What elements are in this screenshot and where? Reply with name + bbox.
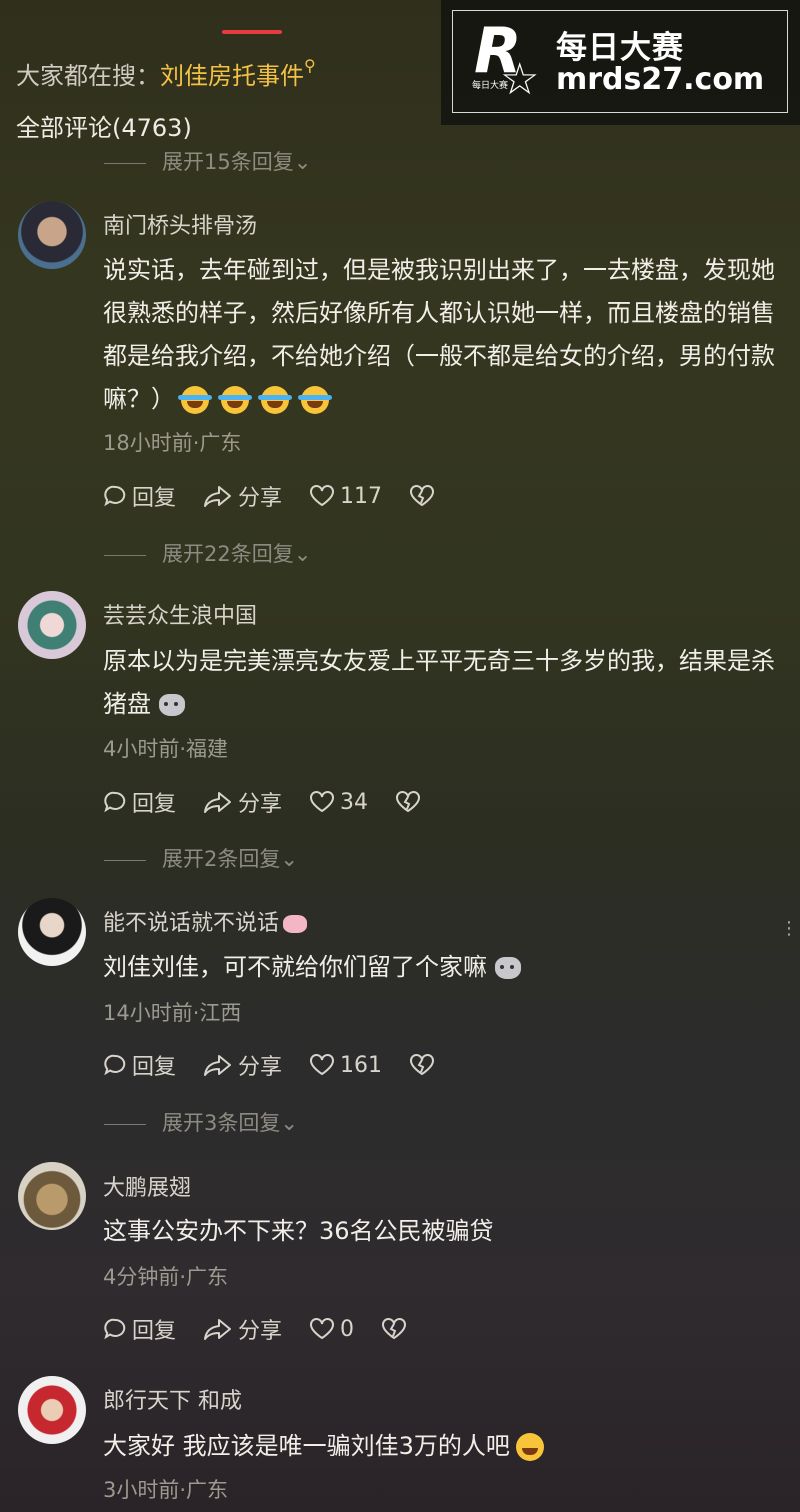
- broken-heart-icon: [382, 1318, 407, 1340]
- broken-heart-icon: [410, 1054, 435, 1076]
- share-button[interactable]: 分享: [203, 480, 282, 512]
- chevron-down-icon: ⌄: [293, 542, 312, 566]
- heart-icon: [310, 1318, 335, 1340]
- dislike-button[interactable]: [409, 484, 440, 508]
- expand-replies-button[interactable]: 展开15条回复⌄: [104, 146, 311, 176]
- dislike-button[interactable]: [409, 1053, 440, 1077]
- chevron-down-icon: ⌄: [280, 847, 298, 871]
- laugh-cry-emoji-icon: [218, 386, 252, 414]
- reply-button[interactable]: 回复: [103, 786, 176, 818]
- comment-meta: 14小时前·江西: [103, 1001, 242, 1025]
- comment-meta: 4分钟前·广东: [103, 1265, 229, 1289]
- comment-meta: 4小时前·福建: [103, 737, 229, 761]
- avatar[interactable]: [18, 591, 86, 659]
- chevron-down-icon: ⌄: [280, 1111, 298, 1135]
- divider: [104, 859, 146, 861]
- comment-text: 这事公安办不下来？36名公民被骗贷: [103, 1217, 494, 1245]
- reply-button[interactable]: 回复: [103, 1313, 176, 1345]
- share-icon: [204, 792, 232, 813]
- expand-replies-button[interactable]: 展开22条回复⌄: [104, 538, 311, 568]
- share-button[interactable]: 分享: [203, 786, 282, 818]
- avatar[interactable]: [18, 1162, 86, 1230]
- heart-icon: [310, 485, 335, 507]
- divider: [104, 162, 146, 164]
- comment-text: 大家好 我应该是唯一骗刘佳3万的人吧: [103, 1425, 793, 1468]
- like-button[interactable]: 161: [309, 1053, 382, 1078]
- reply-icon: [104, 791, 126, 813]
- watermark-title: 每日大赛: [556, 30, 684, 66]
- watermark-url: mrds27.com: [556, 62, 765, 97]
- comment-username[interactable]: 芸芸众生浪中国: [103, 598, 257, 630]
- reply-icon: [104, 1054, 126, 1076]
- top-indicator: [222, 30, 282, 34]
- reply-button[interactable]: 回复: [103, 480, 176, 512]
- comment-text: 原本以为是完美漂亮女友爱上平平无奇三十多岁的我，结果是杀猪盘: [103, 647, 775, 718]
- share-button[interactable]: 分享: [203, 1049, 282, 1081]
- comment-username[interactable]: 郎行天下 和成: [103, 1383, 242, 1415]
- cat-emoji-icon: [159, 694, 185, 716]
- avatar[interactable]: [18, 898, 86, 966]
- like-button[interactable]: 34: [309, 790, 368, 815]
- more-options-icon[interactable]: ⋮: [780, 918, 798, 939]
- broken-heart-icon: [410, 485, 435, 507]
- share-icon: [204, 486, 232, 507]
- trending-search[interactable]: 大家都在搜：刘佳房托事件⚲: [16, 56, 316, 91]
- comment-meta: 3小时前·广东: [103, 1478, 229, 1502]
- divider: [104, 554, 146, 556]
- comment-count: 全部评论(4763): [16, 114, 192, 142]
- share-button[interactable]: 分享: [203, 1313, 282, 1345]
- reply-icon: [104, 1318, 126, 1340]
- laugh-cry-emoji-icon: [178, 386, 212, 414]
- search-icon[interactable]: ⚲: [304, 56, 316, 75]
- like-count: 34: [340, 789, 369, 815]
- comment-actions: 回复 分享 34: [103, 786, 446, 820]
- dislike-button[interactable]: [381, 1317, 412, 1341]
- cow-emoji-icon: [283, 915, 308, 933]
- comment-username[interactable]: 大鹏展翅: [103, 1170, 191, 1202]
- avatar[interactable]: [18, 201, 86, 269]
- chevron-down-icon: ⌄: [293, 150, 312, 174]
- comment-username[interactable]: 能不说话就不说话: [103, 905, 308, 937]
- reply-button[interactable]: 回复: [103, 1049, 176, 1081]
- comment-actions: 回复 分享 0: [103, 1313, 432, 1347]
- star-icon: ☆: [500, 54, 540, 105]
- laugh-cry-emoji-icon: [258, 386, 292, 414]
- comment-actions: 回复 分享 161: [103, 1049, 460, 1083]
- divider: [104, 1123, 146, 1125]
- share-icon: [204, 1319, 232, 1340]
- expand-replies-button[interactable]: 展开3条回复⌄: [104, 1107, 298, 1137]
- expand-replies-button[interactable]: 展开2条回复⌄: [104, 843, 298, 873]
- comment-actions: 回复 分享 117: [103, 480, 460, 514]
- heart-icon: [310, 1054, 335, 1076]
- smile-emoji-icon: [515, 1433, 544, 1461]
- comment-text: 说实话，去年碰到过，但是被我识别出来了，一去楼盘，发现她很熟悉的样子，然后好像所…: [103, 256, 775, 414]
- heart-icon: [310, 791, 335, 813]
- comment-username[interactable]: 南门桥头排骨汤: [103, 208, 257, 240]
- comment-text: 刘佳刘佳，可不就给你们留了个家嘛: [103, 946, 793, 989]
- like-button[interactable]: 117: [309, 484, 382, 509]
- like-button[interactable]: 0: [309, 1317, 354, 1342]
- cat-emoji-icon: [495, 957, 521, 979]
- comment-meta: 18小时前·广东: [103, 431, 242, 455]
- share-icon: [204, 1055, 232, 1076]
- laugh-cry-emoji-icon: [298, 386, 332, 414]
- trending-keyword[interactable]: 刘佳房托事件: [160, 62, 304, 90]
- avatar[interactable]: [18, 1376, 86, 1444]
- like-count: 161: [340, 1052, 383, 1078]
- like-count: 117: [340, 483, 383, 509]
- like-count: 0: [340, 1316, 355, 1342]
- trending-prefix: 大家都在搜：: [16, 62, 160, 90]
- reply-icon: [104, 485, 126, 507]
- dislike-button[interactable]: [395, 790, 426, 814]
- broken-heart-icon: [396, 791, 421, 813]
